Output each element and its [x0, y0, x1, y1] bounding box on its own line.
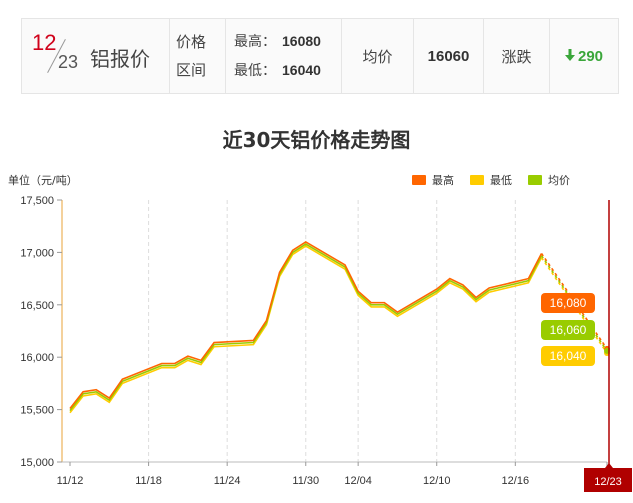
value-tag-label-avg: 16,060: [550, 323, 587, 337]
x-tick-label: 12/04: [344, 475, 372, 487]
current-date-badge: 12/23: [584, 463, 632, 492]
y-tick-label: 16,500: [20, 300, 54, 312]
x-tick-label: 11/18: [135, 475, 162, 487]
y-tick-label: 17,000: [20, 247, 54, 259]
price-trend-chart: 15,000 15,500 16,000 16,500 17,000 17,500 11/1…: [20, 195, 632, 492]
value-tag-avg: 16,060: [541, 320, 595, 340]
x-tick-label: 11/30: [292, 475, 319, 487]
y-tick-label: 16,000: [20, 352, 54, 364]
current-date-badge-label: 12/23: [594, 476, 622, 488]
x-tick-label: 11/12: [57, 475, 84, 487]
y-tick-label: 15,500: [20, 405, 54, 417]
y-tick-label: 17,500: [20, 195, 54, 207]
value-tag-low: 16,040: [541, 346, 595, 366]
x-tick-label: 12/10: [423, 475, 451, 487]
value-tag-label-high: 16,080: [550, 296, 587, 310]
value-tag-label-low: 16,040: [550, 349, 587, 363]
y-tick-label: 15,000: [20, 457, 54, 469]
x-tick-label: 11/24: [214, 475, 241, 487]
x-tick-label: 12/16: [502, 475, 530, 487]
value-tag-high: 16,080: [541, 293, 595, 313]
